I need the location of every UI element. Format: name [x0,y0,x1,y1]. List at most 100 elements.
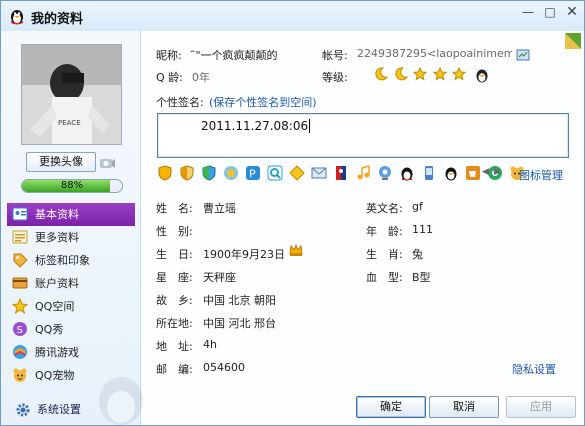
penguin-badge-icon[interactable] [474,67,490,83]
constellation-value: 天秤座 [203,271,236,284]
blood-type-value: B型 [412,271,431,284]
signature-input[interactable]: 2011.11.27.08:06 [157,113,569,158]
gender-label: 性 别: [156,225,193,238]
sidebar-nav: 基本资料 更多资料 标签和印象 账户资料 QQ空间 S QQ秀 腾讯游戏 QQ宠… [7,203,135,387]
sidebar-item-label: QQ宠物 [35,369,75,382]
english-name-value: gf [412,200,423,213]
location-label: 所在地: [156,317,193,330]
save-signature-link[interactable]: (保存个性签名到空间) [209,94,317,110]
copy-account-icon[interactable] [516,48,530,62]
constellation-label: 星 座: [156,271,193,284]
signature-label: 个性签名: [156,96,204,109]
moon-icon [374,67,389,81]
qzone-star-icon[interactable] [223,165,239,181]
signature-text: 2011.11.27.08:06 [201,119,309,133]
age-value: 111 [412,223,433,236]
address-value: 4h [203,338,217,351]
security-shield-icon[interactable] [201,165,217,181]
zodiac-value: 兔 [412,248,423,261]
sidebar-item-label: 标签和印象 [35,254,90,267]
ok-button[interactable]: 确定 [356,396,426,418]
camera-icon[interactable] [99,154,115,170]
birthday-label: 生 日: [156,248,193,261]
name-value: 曹立瑶 [203,202,236,215]
change-avatar-button[interactable]: 更换头像 [26,152,96,172]
avatar-image: PEACE [22,45,121,144]
cancel-button[interactable]: 取消 [429,396,499,418]
zip-label: 邮 编: [156,363,193,376]
progress-text: 88% [60,180,84,191]
name-label: 姓 名: [156,202,193,215]
level-label: 等级: [322,71,348,84]
system-settings-label: 系统设置 [37,403,81,416]
hometown-label: 故 乡: [156,294,193,307]
moon-icon [394,67,408,81]
sidebar-item-label: 腾讯游戏 [35,346,79,359]
age-label: 年 龄: [366,225,403,238]
qage-label: Q 龄: [156,71,183,84]
star-icon [412,66,428,81]
sidebar-item-qzone[interactable]: QQ空间 [7,295,135,318]
sidebar-item-qqshow[interactable]: S QQ秀 [7,318,135,341]
phone-icon[interactable] [421,165,437,181]
title-bar[interactable]: 我的资料 — □ ✕ [1,1,584,31]
level-indicator[interactable] [374,66,468,83]
sidebar-item-games[interactable]: 腾讯游戏 [7,341,135,364]
music-icon[interactable] [355,165,371,181]
nickname-label: 昵称: [156,49,182,62]
account-label: 帐号: [322,49,348,62]
avatar[interactable]: PEACE [21,44,122,145]
window-title: 我的资料 [31,12,84,27]
english-name-label: 英文名: [366,202,403,215]
maximize-button[interactable]: □ [539,3,561,21]
account-value: 2249387295<laopoainimeme [357,47,512,60]
sidebar-item-more-info[interactable]: 更多资料 [7,226,135,249]
blood-type-label: 血 型: [366,271,403,284]
scroll-left-icon[interactable]: ◀ [482,167,489,177]
hometown-value: 中国 北京 朝阳 [203,294,276,307]
location-value: 中国 河北 邢台 [203,317,276,330]
sidebar-item-account[interactable]: 账户资料 [7,272,135,295]
webcam-icon[interactable] [377,165,393,181]
crown-icon[interactable] [289,243,303,257]
apply-button[interactable]: 应用 [506,396,576,418]
close-button[interactable]: ✕ [561,3,583,21]
star-icon [432,66,447,81]
system-settings-button[interactable]: 系统设置 [15,401,81,419]
diamond-icon[interactable] [289,165,305,181]
qq-penguin-red-icon[interactable] [399,165,415,181]
profile-window: 我的资料 — □ ✕ PEACE 更换头像 88% 基本资料 更多资料 标签和印… [0,0,585,426]
sidebar-item-basic-info[interactable]: 基本资料 [7,203,135,226]
profile-completion-bar: 88% [21,179,123,193]
icon-manage-link[interactable]: 图标管理 [519,167,563,183]
svg-text:PEACE: PEACE [58,119,81,127]
half-shield-icon[interactable] [179,165,195,181]
scroll-right-icon[interactable]: ▶ [494,167,501,177]
tea-cup-icon[interactable] [465,165,481,181]
qq-penguin-icon [11,10,23,25]
svg-text:P: P [249,168,256,181]
main-panel: 昵称: ˜"一个疯疯颠颠的 帐号: 2249387295<laopoainime… [142,31,584,425]
qzone-icon [12,298,28,314]
gear-icon [16,403,30,417]
pet-icon [13,368,27,382]
sidebar-item-label: QQ秀 [35,323,64,336]
qq-penguin-icon[interactable] [443,165,459,181]
mail-icon[interactable] [311,165,327,181]
nba-icon[interactable] [333,165,349,181]
qqshow-icon: S [13,322,27,336]
sidebar-item-label: 基本资料 [35,208,79,221]
text-caret [309,119,314,133]
account-icon [12,277,28,289]
address-label: 地 址: [156,340,193,353]
minimize-button[interactable]: — [517,3,539,21]
nickname-value[interactable]: ˜"一个疯疯颠颠的 [190,47,310,63]
sidebar-item-label: 账户资料 [35,277,79,290]
privacy-settings-link[interactable]: 隐私设置 [512,361,556,377]
sidebar-item-tags[interactable]: 标签和印象 [7,249,135,272]
shield-icon[interactable] [157,165,173,181]
search-q-icon[interactable] [267,165,283,181]
sidebar-item-label: QQ空间 [35,300,75,313]
paipai-icon[interactable]: P [245,165,261,181]
birthday-value: 1900年9月23日 [203,248,285,261]
